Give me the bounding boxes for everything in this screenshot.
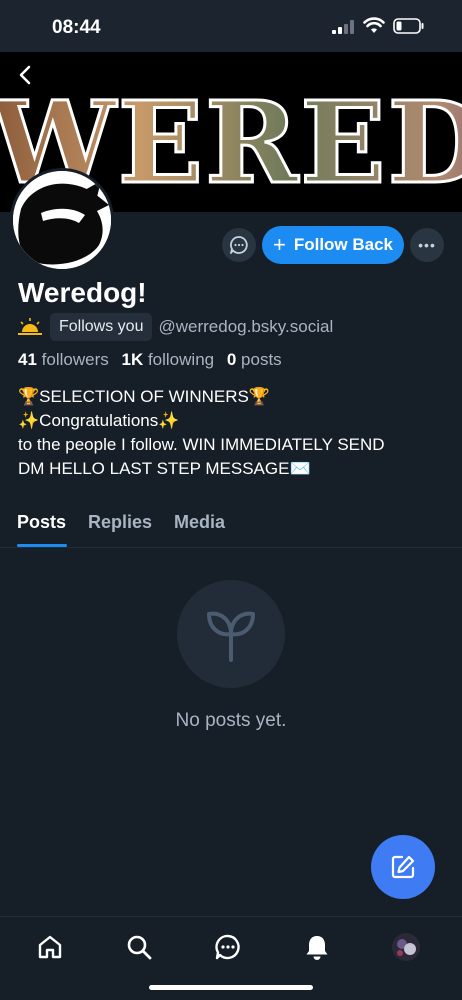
status-bar: 08:44 [0, 0, 462, 52]
followers-link[interactable]: 41 followers [18, 350, 109, 369]
bell-icon [306, 936, 328, 960]
search-icon [127, 935, 152, 960]
chat-icon [215, 934, 240, 960]
following-count: 1K [121, 350, 144, 369]
message-button[interactable] [222, 228, 256, 262]
profile-bio: 🏆SELECTION OF WINNERS🏆 ✨Congratulations✨… [18, 385, 448, 481]
wifi-icon [363, 17, 385, 33]
following-label: following [147, 350, 215, 369]
bio-line: ✨Congratulations✨ [18, 411, 180, 430]
bio-line: DM HELLO LAST STEP MESSAGE✉️ [18, 459, 311, 478]
battery-icon [393, 18, 424, 34]
follows-you-badge: Follows you [50, 313, 153, 341]
sunrise-icon [18, 318, 42, 335]
nav-notifications[interactable] [301, 931, 333, 963]
home-icon [38, 935, 62, 959]
bio-line: to the people I follow. WIN IMMEDIATELY … [18, 435, 385, 454]
profile-tabs: Posts Replies Media [0, 508, 462, 548]
active-tab-indicator [17, 544, 67, 547]
profile-handle[interactable]: @werredog.bsky.social [158, 317, 333, 337]
following-link[interactable]: 1K following [121, 350, 214, 369]
nav-home[interactable] [34, 931, 66, 963]
avatar [392, 933, 420, 961]
bio-line: 🏆SELECTION OF WINNERS🏆 [18, 387, 271, 406]
tab-replies[interactable]: Replies [88, 512, 152, 533]
plus-icon: + [272, 232, 286, 257]
status-time: 08:44 [52, 17, 101, 38]
chat-icon [230, 236, 248, 254]
profile-stats: 41 followers 1K following 0 posts [18, 350, 282, 370]
sprout-icon [207, 611, 255, 662]
ellipsis-icon: ••• [418, 237, 436, 253]
signal-icon [332, 20, 354, 34]
follow-back-label: Follow Back [293, 235, 394, 254]
home-indicator [149, 985, 313, 990]
posts-stat: 0 posts [227, 350, 282, 369]
nav-chat[interactable] [212, 931, 244, 963]
nav-search[interactable] [123, 931, 155, 963]
more-options-button[interactable]: ••• [410, 228, 444, 262]
empty-state-icon-container [177, 580, 285, 688]
empty-state-text: No posts yet. [175, 710, 287, 731]
profile-meta: Follows you @werredog.bsky.social [18, 313, 333, 341]
posts-count: 0 [226, 350, 237, 369]
back-icon[interactable] [14, 63, 38, 87]
followers-count: 41 [18, 350, 37, 369]
compose-icon [391, 855, 415, 879]
avatar[interactable] [10, 168, 114, 272]
display-name: Weredog! [18, 277, 147, 308]
followers-label: followers [41, 350, 109, 369]
follow-back-button[interactable]: + Follow Back [262, 226, 404, 264]
tab-media[interactable]: Media [174, 512, 225, 533]
compose-button[interactable] [371, 835, 435, 899]
nav-profile[interactable] [390, 931, 422, 963]
posts-label: posts [241, 350, 282, 369]
tab-posts[interactable]: Posts [17, 512, 66, 533]
